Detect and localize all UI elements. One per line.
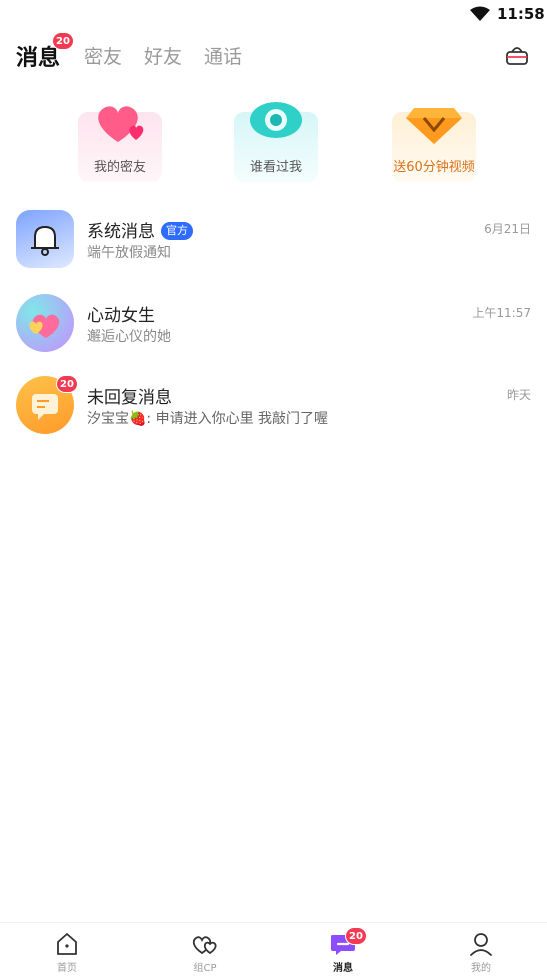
unread-badge: 20 — [56, 375, 78, 393]
basket-icon[interactable] — [504, 42, 530, 68]
message-subtitle: 邂逅心仪的她 — [87, 329, 171, 345]
feature-label: 谁看过我 — [249, 160, 302, 175]
header-tabs: 消息 20 密友 好友 通话 — [0, 32, 547, 76]
eye-icon — [242, 98, 310, 150]
couple-hearts-icon — [175, 931, 235, 957]
nav-label: 消息 — [333, 963, 353, 974]
status-bar: 11:58 — [0, 0, 547, 30]
nav-messages-badge: 20 — [345, 927, 367, 945]
wifi-icon — [470, 6, 490, 26]
message-time: 6月21日 — [484, 222, 531, 236]
message-subtitle: 端午放假通知 — [87, 245, 171, 261]
message-title: 未回复消息 — [87, 388, 172, 408]
feature-label: 我的密友 — [93, 160, 146, 175]
nav-label: 首页 — [57, 963, 77, 974]
profile-icon — [451, 931, 511, 957]
feature-my-close-friends[interactable]: 我的密友 — [74, 98, 170, 182]
list-item-unreplied-messages[interactable]: 20 未回复消息 汐宝宝🍓: 申请进入你心里 我敲门了喔 昨天 — [0, 371, 547, 441]
heart-icon — [86, 98, 154, 150]
feature-free-video[interactable]: 送60分钟视频 — [388, 98, 484, 182]
list-item-system-messages[interactable]: 系统消息 官方 端午放假通知 6月21日 — [0, 205, 547, 275]
nav-messages[interactable]: 20 消息 — [313, 927, 373, 978]
message-time: 昨天 — [506, 388, 531, 402]
home-icon — [37, 931, 97, 957]
nav-label: 我的 — [471, 963, 491, 974]
tab-friends[interactable]: 好友 — [144, 42, 182, 69]
nav-make-cp[interactable]: 组CP — [175, 931, 235, 978]
message-title-text: 系统消息 — [87, 222, 155, 242]
list-item-heartbeat-girls[interactable]: 心动女生 邂逅心仪的她 上午11:57 — [0, 289, 547, 359]
message-subtitle: 汐宝宝🍓: 申请进入你心里 我敲门了喔 — [87, 411, 329, 427]
status-time: 11:58 — [497, 5, 545, 23]
tab-close-friends[interactable]: 密友 — [84, 42, 122, 69]
diamond-icon — [400, 98, 468, 150]
bottom-nav: 首页 组CP 20 消息 我的 — [0, 922, 547, 978]
message-title: 系统消息 官方 — [87, 217, 193, 242]
bell-icon — [16, 210, 74, 268]
official-badge: 官方 — [161, 222, 193, 240]
message-title: 心动女生 — [87, 306, 155, 326]
tab-messages-badge: 20 — [52, 32, 74, 50]
feature-cards: 我的密友 谁看过我 送60分钟视频 — [0, 98, 547, 188]
heart-icon — [16, 294, 74, 352]
message-time: 上午11:57 — [472, 306, 531, 320]
nav-label: 组CP — [193, 963, 217, 974]
feature-who-viewed-me[interactable]: 谁看过我 — [230, 98, 326, 182]
tab-calls[interactable]: 通话 — [204, 42, 242, 69]
feature-label: 送60分钟视频 — [393, 160, 475, 175]
nav-profile[interactable]: 我的 — [451, 931, 511, 978]
nav-home[interactable]: 首页 — [37, 931, 97, 978]
